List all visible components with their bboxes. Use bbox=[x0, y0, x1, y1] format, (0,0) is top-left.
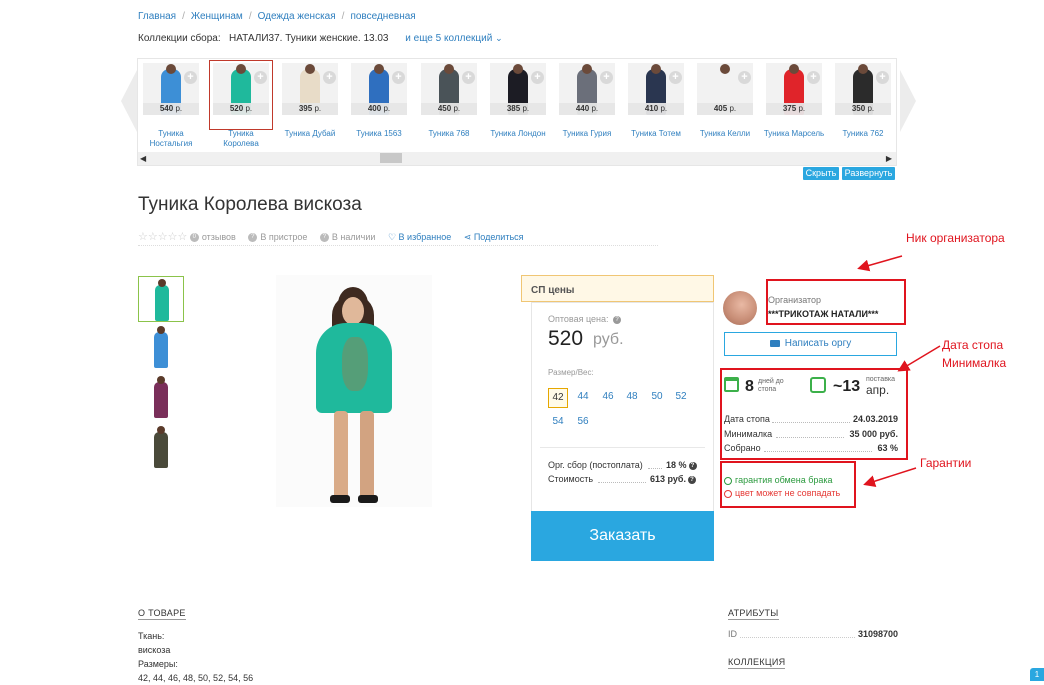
annotation-arrow bbox=[897, 345, 941, 372]
annotation-arrow bbox=[857, 255, 903, 272]
annotation-arrow bbox=[863, 467, 917, 487]
annotation-arrows bbox=[857, 255, 941, 487]
